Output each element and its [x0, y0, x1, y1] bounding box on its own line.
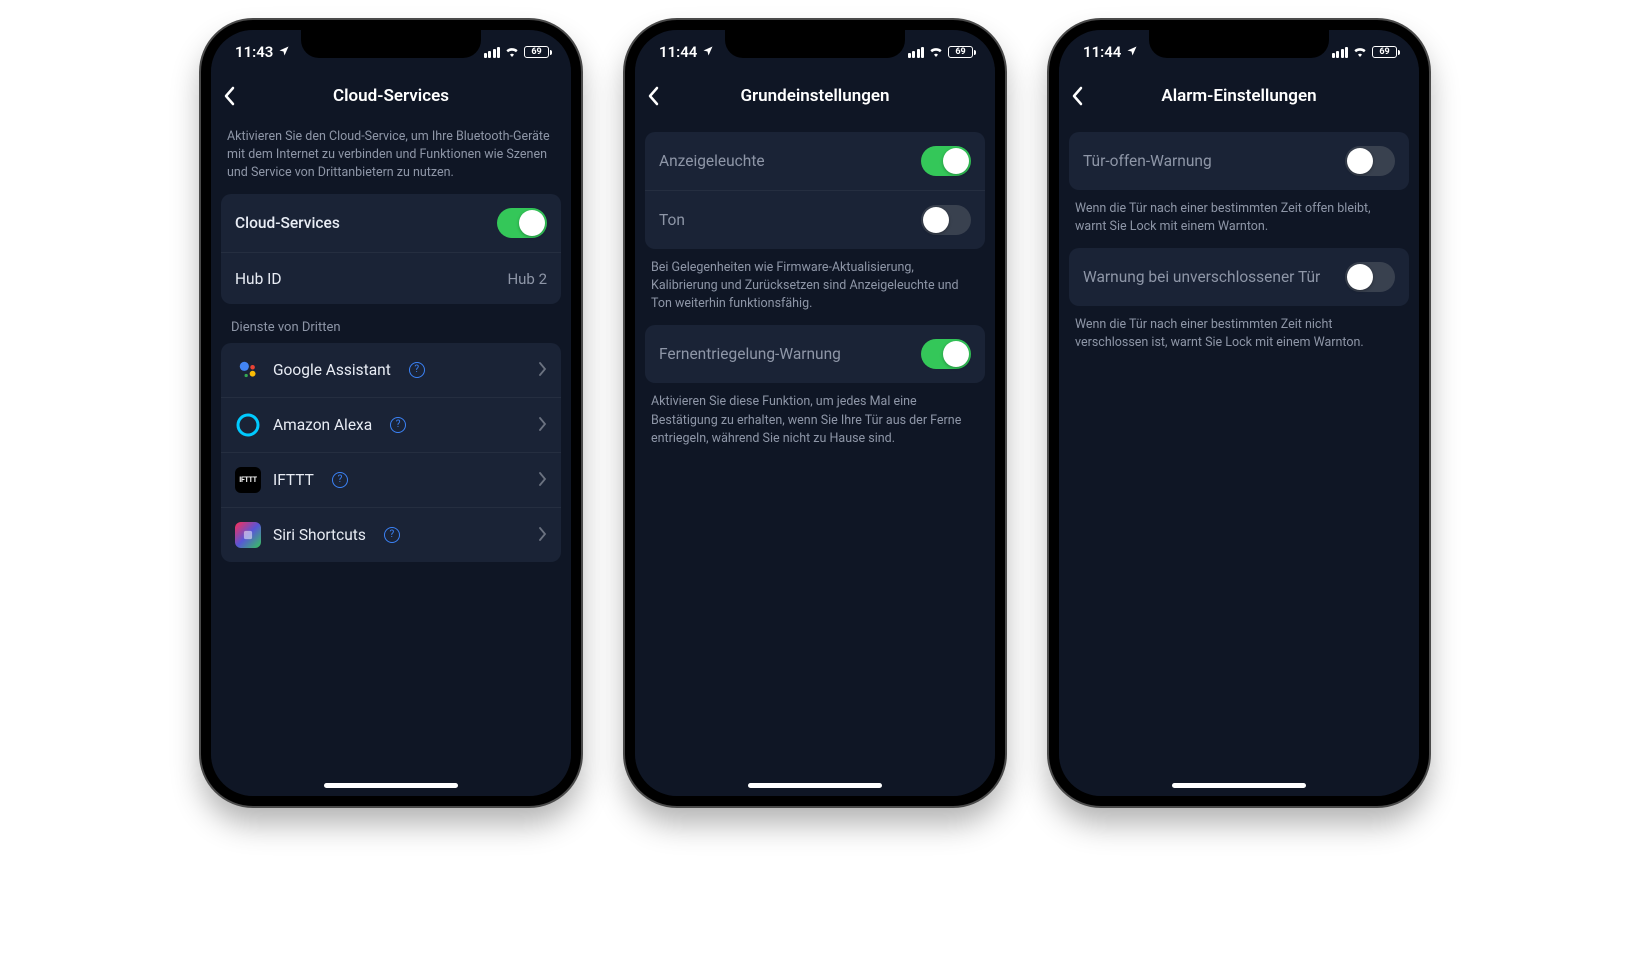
service-label: Amazon Alexa — [273, 416, 372, 434]
battery-icon: 69 — [524, 46, 549, 58]
service-label: IFTTT — [273, 471, 314, 489]
cellular-icon — [1332, 47, 1349, 58]
page-title: Cloud-Services — [333, 86, 449, 106]
chevron-right-icon — [539, 526, 547, 545]
hub-id-row[interactable]: Hub ID Hub 2 — [221, 252, 561, 304]
home-indicator[interactable] — [1172, 783, 1306, 788]
info-icon[interactable]: ? — [384, 527, 400, 543]
phone-basic-settings: 11:44 69 Grundeinstellungen Anzeigeleuch… — [625, 20, 1005, 806]
chevron-right-icon — [539, 416, 547, 435]
cellular-icon — [484, 47, 501, 58]
sound-toggle[interactable] — [921, 205, 971, 235]
location-icon — [278, 43, 290, 61]
door-open-warning-row: Tür-offen-Warnung — [1069, 132, 1409, 190]
info-icon[interactable]: ? — [332, 472, 348, 488]
chevron-right-icon — [539, 361, 547, 380]
indicator-light-toggle[interactable] — [921, 146, 971, 176]
location-icon — [702, 43, 714, 61]
intro-text: Aktivieren Sie den Cloud-Service, um Ihr… — [211, 118, 571, 194]
chevron-left-icon — [1071, 86, 1083, 106]
hub-id-value: Hub 2 — [507, 270, 547, 288]
siri-shortcuts-icon — [235, 522, 261, 548]
page-title: Grundeinstellungen — [740, 86, 889, 106]
status-time: 11:43 — [235, 43, 273, 61]
battery-icon: 69 — [948, 46, 973, 58]
remote-unlock-warning-label: Fernentriegelung-Warnung — [659, 345, 841, 363]
cloud-services-label: Cloud-Services — [235, 214, 340, 232]
firmware-note: Bei Gelegenheiten wie Firmware-Aktualisi… — [635, 249, 995, 325]
home-indicator[interactable] — [324, 783, 458, 788]
third-party-header: Dienste von Dritten — [211, 304, 571, 343]
nav-bar: Cloud-Services — [211, 74, 571, 118]
cloud-services-row: Cloud-Services — [221, 194, 561, 252]
page-title: Alarm-Einstellungen — [1161, 86, 1316, 106]
remote-unlock-warning-row: Fernentriegelung-Warnung — [645, 325, 985, 383]
back-button[interactable] — [1071, 74, 1111, 118]
sound-row: Ton — [645, 190, 985, 249]
service-label: Siri Shortcuts — [273, 526, 366, 544]
nav-bar: Alarm-Einstellungen — [1059, 74, 1419, 118]
info-icon[interactable]: ? — [409, 362, 425, 378]
indicator-light-label: Anzeigeleuchte — [659, 152, 765, 170]
unlocked-door-note: Wenn die Tür nach einer bestimmten Zeit … — [1059, 306, 1419, 364]
service-row-ifttt[interactable]: IFTTT IFTTT ? — [221, 452, 561, 507]
door-open-warning-toggle[interactable] — [1345, 146, 1395, 176]
cellular-icon — [908, 47, 925, 58]
hub-id-label: Hub ID — [235, 270, 282, 288]
unlocked-door-warning-label: Warnung bei unverschlossener Tür — [1083, 268, 1320, 286]
google-assistant-icon — [235, 357, 261, 383]
notch — [725, 30, 905, 58]
status-time: 11:44 — [659, 43, 697, 61]
phone-cloud-services: 11:43 69 Cloud-Services Aktivieren Sie d… — [201, 20, 581, 806]
back-button[interactable] — [223, 74, 263, 118]
wifi-icon — [1352, 43, 1368, 61]
location-icon — [1126, 43, 1138, 61]
battery-icon: 69 — [1372, 46, 1397, 58]
remote-unlock-note: Aktivieren Sie diese Funktion, um jedes … — [635, 383, 995, 459]
wifi-icon — [504, 43, 520, 61]
door-open-note: Wenn die Tür nach einer bestimmten Zeit … — [1059, 190, 1419, 248]
chevron-left-icon — [223, 86, 235, 106]
service-row-siri-shortcuts[interactable]: Siri Shortcuts ? — [221, 507, 561, 562]
service-row-amazon-alexa[interactable]: Amazon Alexa ? — [221, 397, 561, 452]
status-time: 11:44 — [1083, 43, 1121, 61]
ifttt-icon: IFTTT — [235, 467, 261, 493]
service-label: Google Assistant — [273, 361, 391, 379]
phone-alarm-settings: 11:44 69 Alarm-Einstellungen Tür-offen-W… — [1049, 20, 1429, 806]
indicator-light-row: Anzeigeleuchte — [645, 132, 985, 190]
unlocked-door-warning-toggle[interactable] — [1345, 262, 1395, 292]
cloud-services-toggle[interactable] — [497, 208, 547, 238]
service-row-google-assistant[interactable]: Google Assistant ? — [221, 343, 561, 397]
nav-bar: Grundeinstellungen — [635, 74, 995, 118]
amazon-alexa-icon — [235, 412, 261, 438]
notch — [301, 30, 481, 58]
notch — [1149, 30, 1329, 58]
wifi-icon — [928, 43, 944, 61]
chevron-left-icon — [647, 86, 659, 106]
door-open-warning-label: Tür-offen-Warnung — [1083, 152, 1212, 170]
home-indicator[interactable] — [748, 783, 882, 788]
info-icon[interactable]: ? — [390, 417, 406, 433]
back-button[interactable] — [647, 74, 687, 118]
sound-label: Ton — [659, 211, 685, 229]
remote-unlock-warning-toggle[interactable] — [921, 339, 971, 369]
chevron-right-icon — [539, 471, 547, 490]
unlocked-door-warning-row: Warnung bei unverschlossener Tür — [1069, 248, 1409, 306]
